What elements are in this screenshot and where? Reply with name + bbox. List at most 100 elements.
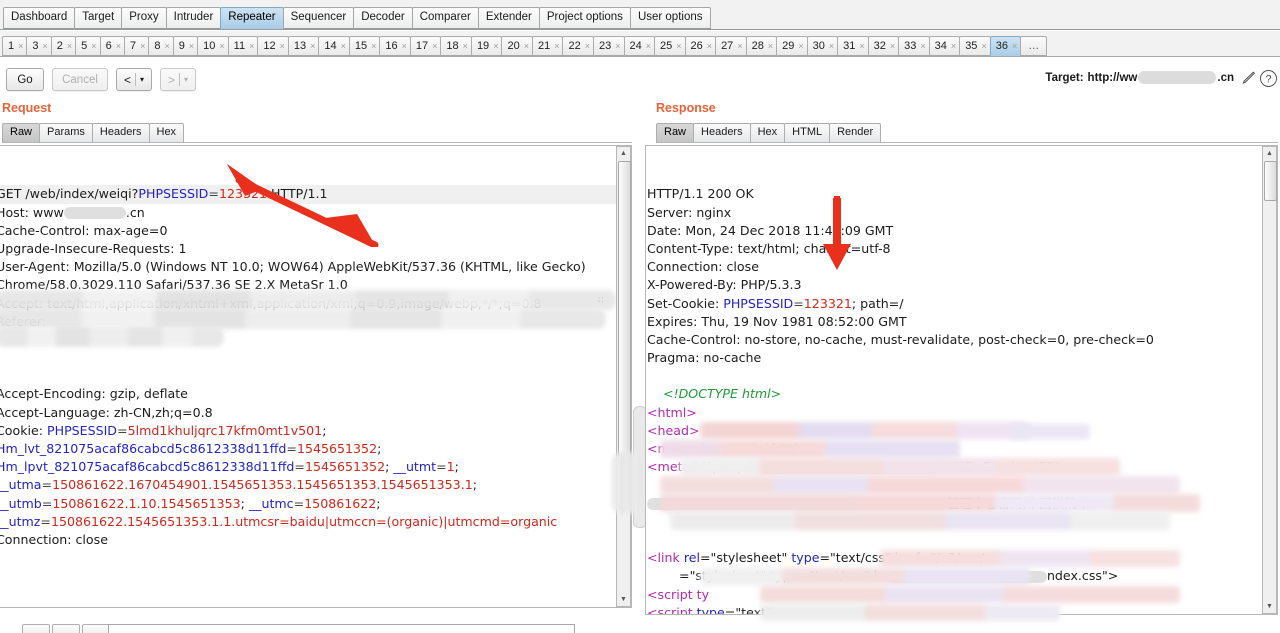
close-icon[interactable]: × (676, 41, 681, 51)
response-tab-html[interactable]: HTML (784, 123, 831, 142)
repeater-tab-22[interactable]: 22 × (562, 36, 594, 56)
search-option-button[interactable] (22, 624, 50, 633)
repeater-tab-20[interactable]: 20 × (501, 36, 533, 56)
close-icon[interactable]: × (524, 41, 529, 51)
repeater-tab-31[interactable]: 31 × (837, 36, 869, 56)
response-tab-headers[interactable]: Headers (693, 123, 751, 142)
forward-button[interactable]: > ▾ (160, 68, 196, 91)
close-icon[interactable]: × (768, 41, 773, 51)
main-tab-intruder[interactable]: Intruder (165, 7, 222, 29)
repeater-tab-17[interactable]: 17 × (409, 36, 442, 56)
search-option-button[interactable] (52, 624, 80, 633)
main-tab-target[interactable]: Target (74, 7, 123, 29)
close-icon[interactable]: × (493, 41, 498, 51)
repeater-tab-21[interactable]: 21 × (531, 36, 564, 56)
scroll-up-icon[interactable]: ▲ (1263, 147, 1276, 160)
close-icon[interactable]: × (646, 41, 651, 51)
repeater-tab-24[interactable]: 24 × (623, 36, 656, 56)
close-icon[interactable]: × (737, 41, 742, 51)
main-tab-user-options[interactable]: User options (629, 7, 711, 29)
repeater-tab-28[interactable]: 28 × (745, 36, 778, 56)
close-icon[interactable]: × (432, 41, 437, 51)
repeater-tab-8[interactable]: 8 × (148, 36, 174, 56)
repeater-tab-13[interactable]: 13 × (287, 36, 320, 56)
close-icon[interactable]: × (585, 41, 590, 51)
repeater-tab-5[interactable]: 5 × (75, 36, 101, 56)
main-tab-dashboard[interactable]: Dashboard (3, 7, 76, 29)
main-tab-decoder[interactable]: Decoder (353, 7, 413, 29)
repeater-tab-25[interactable]: 25 × (654, 36, 686, 56)
repeater-tab-9[interactable]: 9 × (172, 36, 199, 56)
request-tab-raw[interactable]: Raw (2, 123, 41, 142)
repeater-tab-6[interactable]: 6 × (99, 36, 125, 56)
repeater-tab-2[interactable]: 2 × (50, 36, 77, 56)
request-tab-headers[interactable]: Headers (91, 123, 150, 142)
scroll-up-icon[interactable]: ▲ (617, 147, 630, 160)
repeater-tab-12[interactable]: 12 × (257, 36, 289, 56)
repeater-tab-overflow[interactable]: … (1020, 36, 1048, 56)
close-icon[interactable]: × (341, 41, 346, 51)
close-icon[interactable]: × (140, 41, 145, 51)
close-icon[interactable]: × (164, 41, 169, 51)
main-tab-project-options[interactable]: Project options (538, 7, 631, 29)
request-tab-hex[interactable]: Hex (148, 123, 185, 142)
response-scrollbar[interactable]: ▲ ▼ (1262, 146, 1277, 614)
close-icon[interactable]: × (829, 41, 834, 51)
close-icon[interactable]: × (981, 41, 986, 51)
request-scrollbar[interactable]: ▲ ▼ (616, 146, 631, 607)
main-tab-repeater[interactable]: Repeater (220, 7, 284, 29)
repeater-tab-15[interactable]: 15 × (348, 36, 381, 56)
repeater-tab-26[interactable]: 26 × (684, 36, 717, 56)
close-icon[interactable]: × (18, 41, 23, 51)
scroll-down-icon[interactable]: ▼ (1263, 600, 1276, 613)
panel-splitter[interactable] (633, 96, 647, 633)
close-icon[interactable]: × (249, 41, 254, 51)
repeater-tab-14[interactable]: 14 × (318, 36, 350, 56)
close-icon[interactable]: × (280, 41, 285, 51)
repeater-tab-33[interactable]: 33 × (898, 36, 930, 56)
go-button[interactable]: Go (6, 68, 44, 91)
response-tab-hex[interactable]: Hex (749, 123, 786, 142)
close-icon[interactable]: × (67, 41, 72, 51)
scrollbar-thumb[interactable] (1264, 161, 1277, 201)
repeater-tab-16[interactable]: 16 × (379, 36, 411, 56)
repeater-tab-36[interactable]: 36 × (989, 36, 1022, 56)
close-icon[interactable]: × (890, 41, 895, 51)
request-tab-params[interactable]: Params (39, 123, 93, 142)
request-tab-bar[interactable]: Raw Params Headers Hex (2, 123, 632, 142)
repeater-tab-3[interactable]: 3 × (26, 36, 52, 56)
response-editor[interactable]: HTTP/1.1 200 OK Server: nginx Date: Mon, 2… (645, 145, 1278, 615)
close-icon[interactable]: × (615, 41, 620, 51)
close-icon[interactable]: × (116, 41, 121, 51)
repeater-tab-30[interactable]: 30 × (806, 36, 839, 56)
close-icon[interactable]: × (371, 41, 376, 51)
close-icon[interactable]: × (859, 41, 864, 51)
repeater-tab-10[interactable]: 10 × (197, 36, 229, 56)
repeater-tab-27[interactable]: 27 × (715, 36, 747, 56)
close-icon[interactable]: × (798, 41, 803, 51)
close-icon[interactable]: × (402, 41, 407, 51)
repeater-tab-23[interactable]: 23 × (593, 36, 625, 56)
close-icon[interactable]: × (1012, 41, 1017, 51)
repeater-tab-1[interactable]: 1 × (2, 36, 28, 56)
close-icon[interactable]: × (310, 41, 315, 51)
main-tab-comparer[interactable]: Comparer (411, 7, 479, 29)
main-tab-sequencer[interactable]: Sequencer (282, 7, 355, 29)
close-icon[interactable]: × (707, 41, 712, 51)
close-icon[interactable]: × (219, 41, 224, 51)
repeater-tab-35[interactable]: 35 × (959, 36, 991, 56)
close-icon[interactable]: × (920, 41, 925, 51)
repeater-tab-11[interactable]: 11 × (227, 36, 259, 56)
search-input[interactable] (108, 624, 575, 633)
scrollbar-thumb[interactable] (618, 161, 631, 463)
scroll-down-icon[interactable]: ▼ (617, 593, 630, 606)
repeater-tab-34[interactable]: 34 × (928, 36, 961, 56)
response-tab-raw[interactable]: Raw (656, 123, 695, 142)
close-icon[interactable]: × (951, 41, 956, 51)
close-icon[interactable]: × (463, 41, 468, 51)
edit-pencil-icon[interactable] (1240, 70, 1256, 86)
close-icon[interactable]: × (189, 41, 194, 51)
main-tab-extender[interactable]: Extender (477, 7, 540, 29)
response-tab-render[interactable]: Render (829, 123, 882, 142)
close-icon[interactable]: × (43, 41, 48, 51)
